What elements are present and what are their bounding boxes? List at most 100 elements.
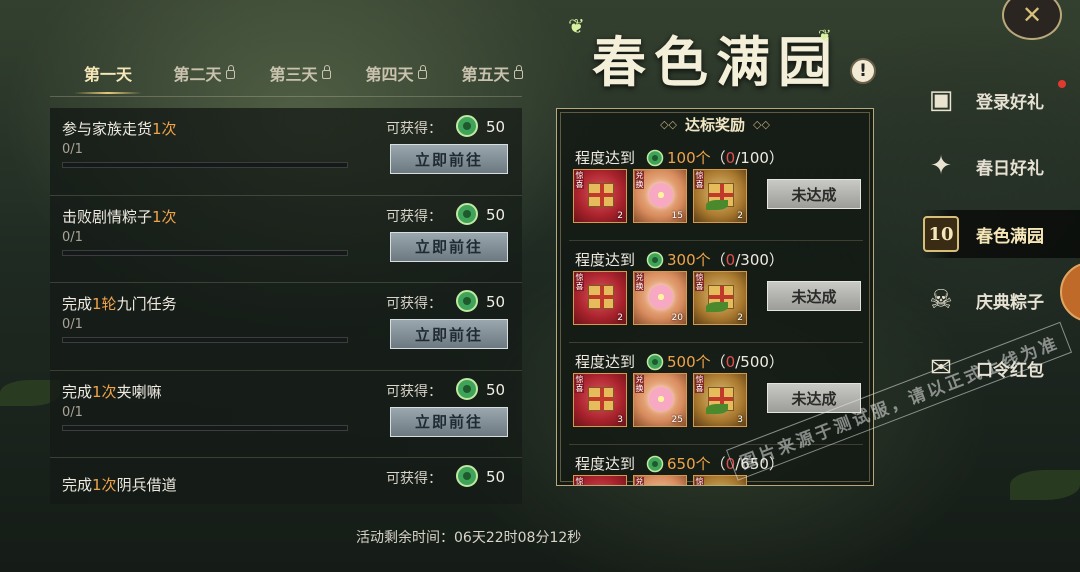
calendar-icon: ▣ xyxy=(928,85,954,115)
reward-amount: 50 xyxy=(486,205,506,224)
go-now-button[interactable]: 立即前往 xyxy=(390,231,508,262)
mask-icon: ☠ xyxy=(929,285,953,315)
tab-day-5[interactable]: 第五天 xyxy=(444,58,540,88)
task-row: 完成1轮九门任务 0/1 可获得： 50 立即前往 xyxy=(50,283,522,371)
surprise-gift-item[interactable]: 惊喜 2 xyxy=(693,169,747,223)
flower-icon xyxy=(649,285,673,309)
jade-token-icon xyxy=(646,455,664,472)
tier-label: 程度达到 100个（0/100） xyxy=(575,148,784,168)
task-progress-text: 0/1 xyxy=(62,317,83,332)
butterfly-icon: ❦ xyxy=(568,14,585,38)
tab-day-3[interactable]: 第三天 xyxy=(252,58,348,88)
exchange-flower-item[interactable]: 兑换 xyxy=(633,475,687,485)
task-title: 完成1次夹喇嘛 xyxy=(62,382,162,401)
diamond-ornament-icon: ◇◇ xyxy=(753,117,770,131)
side-item-spring-garden[interactable]: 10 春色满园 xyxy=(920,210,1080,258)
task-title: 击败剧情粽子1次 xyxy=(62,207,177,226)
reward-label: 可获得： xyxy=(386,208,442,225)
task-progress-bar xyxy=(62,249,348,256)
reward-label: 可获得： xyxy=(386,121,442,137)
surprise-gift-item[interactable]: 惊喜 2 xyxy=(573,271,627,325)
task-progress-bar xyxy=(62,424,348,431)
reward-tier: 程度达到650个（0/650） 惊喜 兑换 惊喜 xyxy=(557,445,873,485)
task-title: 完成1次阴兵借道 xyxy=(62,476,177,494)
tier-label: 程度达到 500个（0/500） xyxy=(575,352,784,372)
panel-heading: ◇◇ 达标奖励 ◇◇ xyxy=(660,115,770,134)
exchange-flower-item[interactable]: 兑换 15 xyxy=(633,169,687,223)
reward-items: 惊喜 兑换 惊喜 xyxy=(573,475,747,485)
surprise-gift-item[interactable]: 惊喜 3 xyxy=(573,373,627,427)
task-row: 完成1次夹喇嘛 0/1 可获得： 50 立即前往 xyxy=(50,371,522,458)
tab-day-1[interactable]: 第一天 xyxy=(60,58,156,94)
task-progress-bar xyxy=(62,162,348,168)
tab-day-2[interactable]: 第二天 xyxy=(156,58,252,88)
task-title: 完成1轮九门任务 xyxy=(62,295,177,313)
reward-items: 惊喜 2 兑换 15 惊喜 2 xyxy=(573,169,747,223)
flower-icon xyxy=(649,183,673,207)
task-progress-text: 0/1 xyxy=(62,404,83,420)
lock-icon xyxy=(321,65,331,79)
task-progress-text: 0/1 xyxy=(62,229,83,245)
jade-token-icon xyxy=(456,377,478,400)
jade-token-icon xyxy=(456,202,478,225)
gift-box-icon xyxy=(588,183,614,207)
go-now-button[interactable]: 立即前往 xyxy=(390,319,508,349)
reward-amount: 50 xyxy=(486,468,506,486)
reward-amount: 50 xyxy=(486,118,506,136)
not-reached-button[interactable]: 未达成 xyxy=(767,179,861,209)
jade-token-icon xyxy=(456,290,478,312)
butterfly-icon: ❦ xyxy=(818,26,832,45)
leaf-icon xyxy=(706,200,728,210)
reward-label: 可获得： xyxy=(386,296,442,312)
side-item-celebration-zongzi[interactable]: ☠ 庆典粽子 xyxy=(920,276,1080,324)
task-row: 完成1次阴兵借道 可获得： 50 xyxy=(50,458,522,504)
task-list[interactable]: 参与家族走货1次 0/1 可获得： 50 立即前往 击败剧情粽子1次 0/1 可… xyxy=(50,108,522,504)
tier-label: 程度达到 300个（0/300） xyxy=(575,250,784,270)
lock-icon xyxy=(513,65,523,79)
reward-tier: 程度达到 300个（0/300） 惊喜 2 兑换 20 惊喜 2 未达成 xyxy=(557,241,873,343)
task-title: 参与家族走货1次 xyxy=(62,120,177,138)
sparkle-hand-icon: ✦ xyxy=(930,151,952,181)
task-progress-text: 0/1 xyxy=(62,142,83,157)
jade-token-icon xyxy=(456,115,478,137)
diamond-ornament-icon: ◇◇ xyxy=(660,117,677,131)
not-reached-button[interactable]: 未达成 xyxy=(767,281,861,311)
notification-dot xyxy=(1058,80,1066,88)
info-icon[interactable]: ! xyxy=(850,58,876,84)
page-title: 春色满园 xyxy=(592,30,840,94)
side-item-spring-gift[interactable]: ✦ 春日好礼 xyxy=(920,142,1080,190)
exchange-flower-item[interactable]: 兑换 25 xyxy=(633,373,687,427)
jade-token-icon xyxy=(456,465,478,487)
jade-token-icon xyxy=(646,251,664,268)
task-row: 参与家族走货1次 0/1 可获得： 50 立即前往 xyxy=(50,108,522,196)
side-item-login-gift[interactable]: ▣ 登录好礼 xyxy=(920,76,1080,124)
gift-box-icon xyxy=(588,285,614,309)
reward-label: 可获得： xyxy=(386,383,442,400)
surprise-gift-item[interactable]: 惊喜 3 xyxy=(693,373,747,427)
go-now-button[interactable]: 立即前往 xyxy=(390,144,508,174)
close-emblem-icon[interactable]: ✕ xyxy=(1002,0,1062,40)
tab-divider xyxy=(50,96,522,97)
flower-icon xyxy=(649,387,673,411)
day-tabs: 第一天 第二天 第三天 第四天 第五天 xyxy=(60,58,540,94)
event-remaining-time: 活动剩余时间：06天22时08分12秒 xyxy=(356,530,582,546)
exchange-flower-item[interactable]: 兑换 20 xyxy=(633,271,687,325)
lock-icon xyxy=(225,65,235,79)
task-progress-bar xyxy=(62,337,348,343)
leaf-icon xyxy=(706,302,728,312)
lock-icon xyxy=(417,65,427,79)
surprise-gift-item[interactable]: 惊喜 xyxy=(573,475,627,485)
reward-tier: 程度达到 100个（0/100） 惊喜 2 兑换 15 惊喜 2 未达成 xyxy=(557,139,873,241)
tab-day-4[interactable]: 第四天 xyxy=(348,58,444,88)
surprise-gift-item[interactable]: 惊喜 2 xyxy=(573,169,627,223)
background-leaf xyxy=(1010,470,1080,500)
reward-items: 惊喜 2 兑换 20 惊喜 2 xyxy=(573,271,747,325)
surprise-gift-item[interactable]: 惊喜 2 xyxy=(693,271,747,325)
reward-items: 惊喜 3 兑换 25 惊喜 3 xyxy=(573,373,747,427)
task-row: 击败剧情粽子1次 0/1 可获得： 50 立即前往 xyxy=(50,196,522,283)
gift-box-icon xyxy=(588,387,614,411)
jade-token-icon xyxy=(646,149,664,166)
reward-amount: 50 xyxy=(486,380,506,399)
jade-token-icon xyxy=(646,353,664,370)
go-now-button[interactable]: 立即前往 xyxy=(390,406,508,437)
